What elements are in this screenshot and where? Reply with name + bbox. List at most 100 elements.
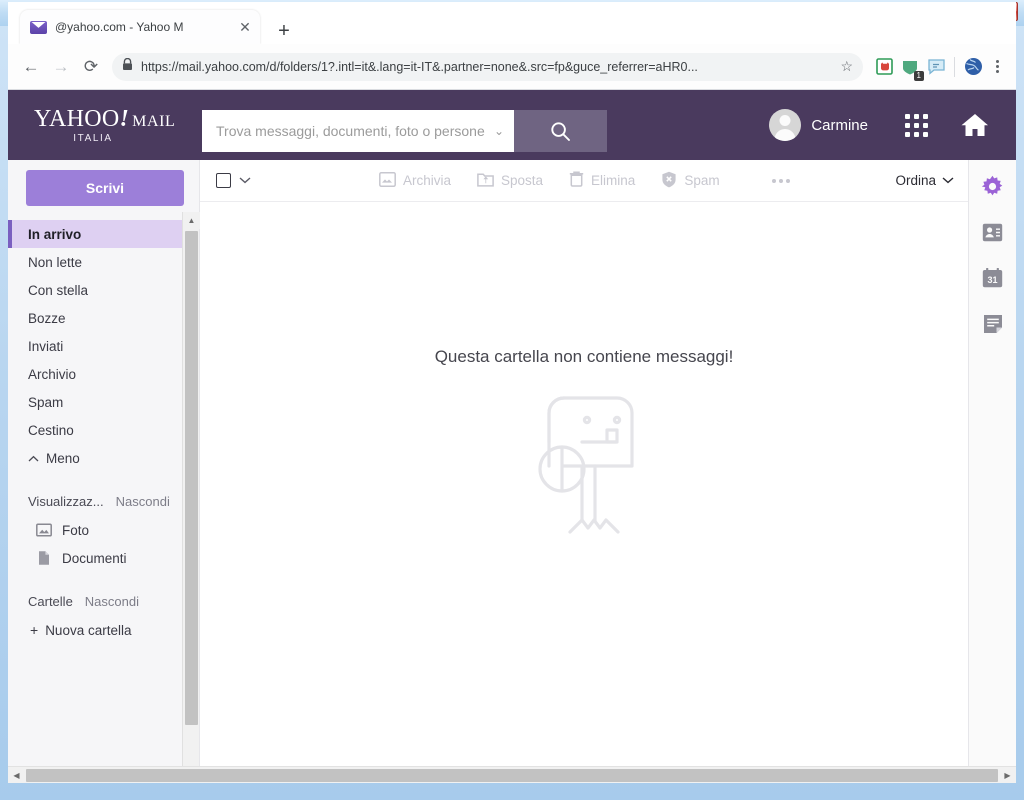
views-section-header: Visualizzaz... Nascondi <box>8 486 183 516</box>
logo-region-text: ITALIA <box>73 132 113 144</box>
search-input-wrapper[interactable]: ⌄ <box>202 110 514 152</box>
logo-bang-text: ! <box>119 105 130 132</box>
cat-shield-extension-icon[interactable] <box>871 54 897 80</box>
folder-label: Con stella <box>28 282 89 298</box>
spam-label: Spam <box>684 173 720 188</box>
os-window: ✕ @yahoo.com - Yahoo M ✕ + ← → ⟳ <box>0 0 1024 800</box>
select-chevron-down-icon[interactable] <box>239 175 251 187</box>
select-all-checkbox[interactable] <box>216 173 231 188</box>
sidebar-scrollbar[interactable]: ▲ ▼ <box>182 212 200 783</box>
delete-button[interactable]: Elimina <box>569 171 635 190</box>
message-list-toolbar: Archivia Sposta Elimina Spam Ordina <box>200 160 968 202</box>
url-text: https://mail.yahoo.com/d/folders/1?.intl… <box>141 59 698 74</box>
sort-chevron-down-icon <box>942 177 954 184</box>
sidebar-item-foto[interactable]: Foto <box>8 516 183 544</box>
folder-label: In arrivo <box>28 226 82 242</box>
folder-label: Non lette <box>28 254 83 270</box>
empty-folder-state: Questa cartella non contiene messaggi! <box>200 202 968 783</box>
views-hide-button[interactable]: Nascondi <box>116 494 170 509</box>
green-badge-extension-icon[interactable]: 1 <box>897 54 924 81</box>
sort-button[interactable]: Ordina <box>895 173 954 188</box>
sidebar-item-in-arrivo[interactable]: In arrivo <box>8 220 183 248</box>
sidebar-item-cestino[interactable]: Cestino <box>8 416 183 444</box>
logo-mail-text: MAIL <box>132 112 176 130</box>
sidebar-item-archivio[interactable]: Archivio <box>8 360 183 388</box>
forward-button[interactable]: → <box>46 52 76 82</box>
sidebar-item-documenti[interactable]: Documenti <box>8 544 183 572</box>
folder-label: Inviati <box>28 338 64 354</box>
folder-list: In arrivo Non lette Con stella Bozze Inv <box>8 220 183 783</box>
views-section-title: Visualizzaz... <box>28 493 104 509</box>
yahoo-mail-logo[interactable]: YAHOO! MAIL ITALIA <box>34 107 194 144</box>
toolbar-actions: Archivia Sposta Elimina Spam <box>379 171 790 191</box>
sidebar-item-non-lette[interactable]: Non lette <box>8 248 183 276</box>
folders-section-header: Cartelle Nascondi <box>8 586 183 616</box>
sidebar-item-spam[interactable]: Spam <box>8 388 183 416</box>
home-button[interactable] <box>960 90 990 160</box>
notepad-icon[interactable] <box>981 312 1005 336</box>
browser-menu-button[interactable] <box>986 54 1008 80</box>
back-button[interactable]: ← <box>16 52 46 82</box>
archive-label: Archivia <box>403 173 452 188</box>
delete-label: Elimina <box>591 173 636 188</box>
search-input[interactable] <box>216 123 488 139</box>
empty-folder-message: Questa cartella non contiene messaggi! <box>434 347 734 366</box>
search-chevron-down-icon[interactable]: ⌄ <box>494 124 504 138</box>
horizontal-scrollbar-thumb[interactable] <box>26 768 998 782</box>
calendar-icon[interactable]: 31 <box>981 266 1005 290</box>
contacts-icon[interactable] <box>981 220 1005 244</box>
browser-tab[interactable]: @yahoo.com - Yahoo M ✕ <box>20 10 260 44</box>
apps-grid-icon <box>905 113 928 137</box>
sidebar-item-con-stella[interactable]: Con stella <box>8 276 183 304</box>
scroll-up-arrow-icon[interactable]: ▲ <box>183 212 200 229</box>
scroll-right-arrow-icon[interactable]: ▶ <box>999 767 1016 784</box>
show-less-label: Meno <box>46 450 80 466</box>
browser-toolbar: ← → ⟳ https://mail.yahoo.com/d/folders/1… <box>8 44 1016 90</box>
reload-button[interactable]: ⟳ <box>76 52 106 82</box>
archive-icon <box>379 171 396 190</box>
new-folder-button[interactable]: + Nuova cartella <box>8 616 183 644</box>
folders-section-title: Cartelle <box>28 593 73 609</box>
spam-button[interactable]: Spam <box>661 171 720 191</box>
apps-grid-button[interactable] <box>905 90 928 160</box>
folders-hide-button[interactable]: Nascondi <box>85 594 139 609</box>
more-options-icon[interactable] <box>771 178 790 183</box>
mailbox-illustration <box>538 396 634 534</box>
plus-icon: + <box>30 622 39 638</box>
sidebar-item-inviati[interactable]: Inviati <box>8 332 183 360</box>
photo-icon <box>36 522 52 538</box>
browser-tabstrip: @yahoo.com - Yahoo M ✕ + <box>8 2 1016 45</box>
compose-button[interactable]: Scrivi <box>26 170 184 206</box>
document-icon <box>36 550 52 566</box>
folder-label: Cestino <box>28 422 74 438</box>
speech-bubble-extension-icon[interactable] <box>923 54 949 80</box>
archive-button[interactable]: Archivia <box>379 171 452 190</box>
show-less-button[interactable]: Meno <box>8 444 183 472</box>
search-button[interactable] <box>514 110 607 152</box>
globe-extension-icon[interactable] <box>960 54 986 80</box>
chrome-browser-window: @yahoo.com - Yahoo M ✕ + ← → ⟳ https://m… <box>8 2 1016 783</box>
address-bar[interactable]: https://mail.yahoo.com/d/folders/1?.intl… <box>112 52 863 81</box>
page-viewport: YAHOO!MAIL ITALIA ⌄ <box>8 90 1016 783</box>
search-bar: ⌄ <box>202 110 607 152</box>
user-account[interactable]: Carmine <box>769 90 868 160</box>
calendar-day-number: 31 <box>987 275 997 285</box>
folder-label: Bozze <box>28 310 66 326</box>
bookmark-star-icon[interactable]: ☆ <box>840 58 853 75</box>
sort-label: Ordina <box>895 173 936 188</box>
mail-app-body: Scrivi In arrivo Non lette Con stella Bo… <box>8 160 1016 783</box>
new-tab-button[interactable]: + <box>270 17 298 45</box>
tab-close-icon[interactable]: ✕ <box>236 18 254 36</box>
message-list-column: Archivia Sposta Elimina Spam Ordina Ques… <box>200 160 968 783</box>
mail-favicon-icon <box>30 20 47 34</box>
view-label: Foto <box>62 522 90 538</box>
page-horizontal-scrollbar[interactable]: ◀ ▶ <box>8 766 1016 783</box>
move-folder-icon <box>477 172 494 190</box>
move-label: Sposta <box>501 173 544 188</box>
move-button[interactable]: Sposta <box>477 172 543 190</box>
settings-gear-icon[interactable] <box>981 174 1005 198</box>
sidebar-item-bozze[interactable]: Bozze <box>8 304 183 332</box>
scroll-left-arrow-icon[interactable]: ◀ <box>8 767 25 784</box>
logo-yahoo-text: YAHOO <box>34 105 120 132</box>
sidebar-scrollbar-thumb[interactable] <box>185 231 198 725</box>
